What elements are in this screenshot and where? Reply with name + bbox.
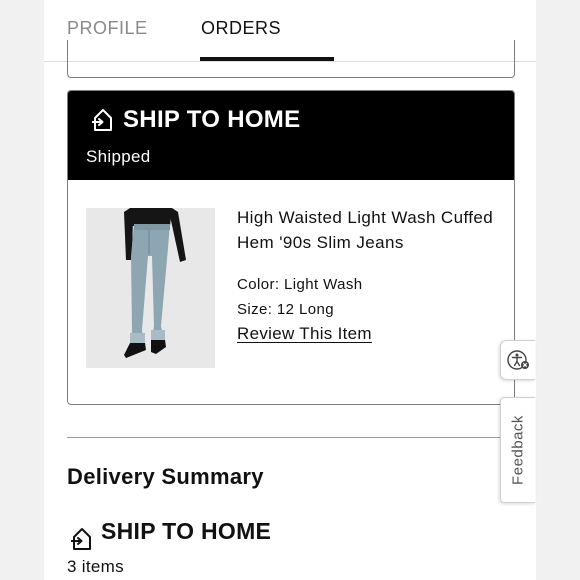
shipment-card: SHIP TO HOME Shipped High Waisted Light … [67,90,515,405]
tab-profile[interactable]: PROFILE [67,18,148,39]
section-divider [67,437,513,438]
tab-orders[interactable]: ORDERS [201,18,281,39]
product-name: High Waisted Light Wash Cuffed Hem '90s … [237,208,494,252]
home-delivery-icon [92,109,112,131]
delivery-summary-title: Delivery Summary [67,464,264,489]
feedback-tab[interactable]: Feedback [500,397,535,503]
items-count: 3 items [67,557,124,576]
previous-shipment-card [67,40,515,78]
product-color: Color: Light Wash [237,276,363,293]
accessibility-icon [507,350,529,370]
jeans-product-image[interactable] [86,208,215,368]
home-delivery-icon [71,528,91,550]
feedback-label: Feedback [509,415,527,485]
shipment-status: Shipped [86,147,151,166]
review-item-link[interactable]: Review This Item [237,324,372,344]
orders-page: PROFILE ORDERS SHIP TO HOME Shipped High… [44,0,536,580]
accessibility-button[interactable] [500,340,535,380]
shipment-header: SHIP TO HOME Shipped [68,91,514,180]
delivery-method: SHIP TO HOME [101,518,272,544]
product-size: Size: 12 Long [237,301,334,318]
shipment-method: SHIP TO HOME [123,106,301,133]
